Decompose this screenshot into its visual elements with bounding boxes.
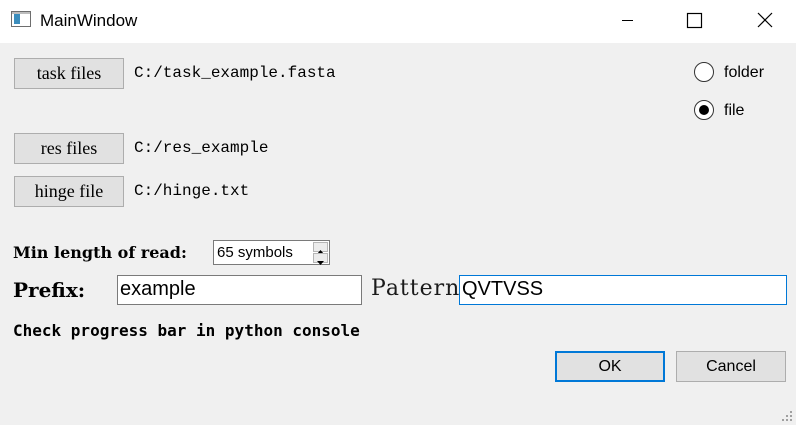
folder-radio-label: folder <box>724 64 765 81</box>
spin-down-button[interactable] <box>313 253 328 265</box>
min-length-spinbox[interactable]: 65 symbols <box>213 240 330 265</box>
minimize-button[interactable] <box>604 0 650 43</box>
close-button[interactable] <box>742 0 788 43</box>
close-icon <box>757 12 773 28</box>
ok-button[interactable]: OK <box>555 351 665 382</box>
res-files-path: C:/res_example <box>134 139 269 157</box>
window-title: MainWindow <box>40 11 138 30</box>
hinge-file-button[interactable]: hinge file <box>14 176 124 207</box>
size-grip-icon[interactable] <box>782 411 794 423</box>
pattern-input[interactable]: QVTVSS <box>459 275 787 305</box>
cancel-button[interactable]: Cancel <box>676 351 786 382</box>
prefix-label: Prefix: <box>13 278 86 302</box>
app-icon <box>11 11 31 27</box>
pattern-label: Pattern <box>371 276 461 301</box>
title-bar[interactable]: MainWindow <box>0 0 796 43</box>
task-files-path: C:/task_example.fasta <box>134 64 336 82</box>
progress-hint: Check progress bar in python console <box>13 321 360 340</box>
res-files-button[interactable]: res files <box>14 133 124 164</box>
min-length-value: 65 symbols <box>217 244 293 261</box>
maximize-icon <box>686 12 703 29</box>
arrow-down-icon <box>317 261 324 265</box>
minimize-icon <box>622 20 633 21</box>
spin-up-button[interactable] <box>313 242 328 254</box>
radio-selected-dot <box>699 105 709 115</box>
prefix-input[interactable]: example <box>117 275 362 305</box>
main-window: MainWindow task files C:/task_example.fa… <box>0 0 796 425</box>
maximize-button[interactable] <box>672 0 718 43</box>
file-radio[interactable] <box>694 100 714 120</box>
folder-radio[interactable] <box>694 62 714 82</box>
file-radio-label: file <box>724 102 745 119</box>
hinge-file-path: C:/hinge.txt <box>134 182 250 200</box>
min-length-label: Min length of read: <box>13 243 187 262</box>
task-files-button[interactable]: task files <box>14 58 124 89</box>
